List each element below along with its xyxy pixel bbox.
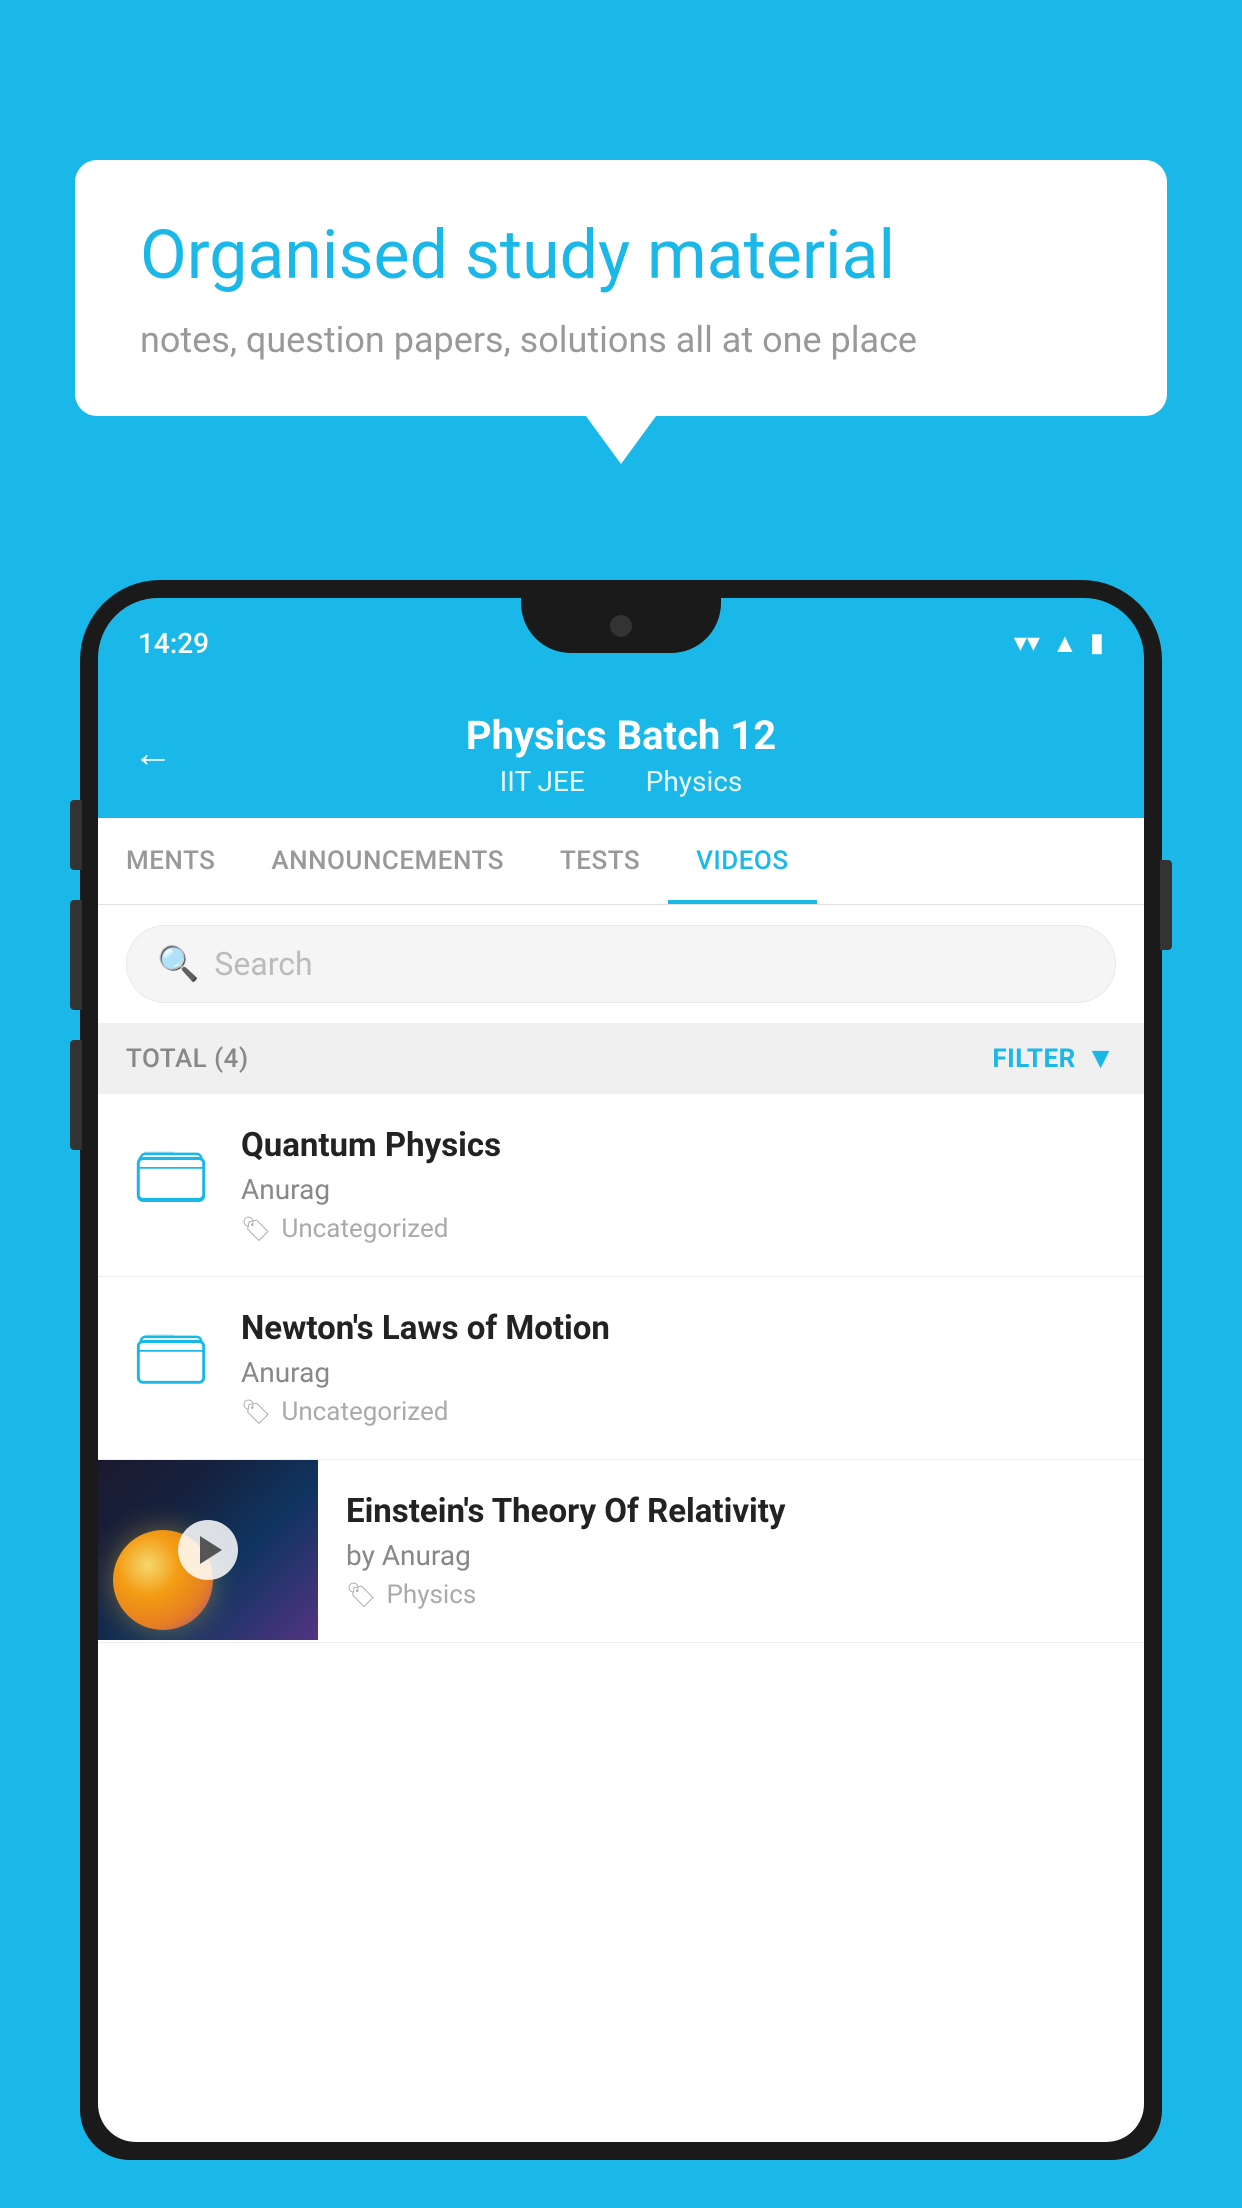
silent-button[interactable] <box>70 1040 82 1150</box>
back-button[interactable]: ← <box>133 730 173 777</box>
tag-icon: 🏷 <box>346 1581 376 1609</box>
video-thumbnail <box>98 1460 318 1640</box>
video-info: Einstein's Theory Of Relativity by Anura… <box>318 1460 1144 1642</box>
battery-icon: ▮ <box>1090 628 1104 658</box>
list-item[interactable]: Newton's Laws of Motion Anurag 🏷 Uncateg… <box>98 1277 1144 1460</box>
status-time: 14:29 <box>138 627 209 660</box>
tab-tests[interactable]: TESTS <box>532 818 668 904</box>
filter-icon: ▼ <box>1086 1041 1116 1076</box>
app-header: ← Physics Batch 12 IIT JEE Physics <box>98 688 1144 818</box>
tag-label: Physics <box>386 1580 476 1610</box>
video-author: Anurag <box>241 1173 1116 1206</box>
filter-label: FILTER <box>992 1044 1075 1074</box>
header-subtitle: IIT JEE Physics <box>138 765 1104 798</box>
signal-icon: ▲ <box>1052 628 1078 659</box>
folder-icon-wrapper <box>126 1131 216 1221</box>
header-subtitle-sep <box>612 765 626 798</box>
tab-announcements[interactable]: ANNOUNCEMENTS <box>243 818 532 904</box>
video-title: Einstein's Theory Of Relativity <box>346 1492 1116 1531</box>
tab-ments[interactable]: MENTS <box>98 818 243 904</box>
video-tag: 🏷 Uncategorized <box>241 1397 1116 1427</box>
speech-bubble: Organised study material notes, question… <box>75 160 1167 416</box>
folder-icon-wrapper <box>126 1314 216 1404</box>
header-title: Physics Batch 12 <box>138 712 1104 759</box>
total-count: TOTAL (4) <box>126 1044 249 1074</box>
folder-icon <box>136 1324 206 1394</box>
search-input[interactable]: Search <box>214 945 312 983</box>
power-button[interactable] <box>1160 860 1172 950</box>
notch <box>521 598 721 653</box>
filter-bar: TOTAL (4) FILTER ▼ <box>98 1023 1144 1094</box>
header-subtitle-iitjee: IIT JEE <box>500 765 585 798</box>
tag-label: Uncategorized <box>281 1397 448 1427</box>
phone-screen: ← Physics Batch 12 IIT JEE Physics MENTS… <box>98 688 1144 2142</box>
video-author: Anurag <box>241 1356 1116 1389</box>
header-subtitle-physics: Physics <box>646 765 743 798</box>
search-icon: 🔍 <box>157 944 199 984</box>
video-author: by Anurag <box>346 1539 1116 1572</box>
filter-button[interactable]: FILTER ▼ <box>992 1041 1116 1076</box>
bubble-subtitle: notes, question papers, solutions all at… <box>140 319 1102 361</box>
status-icons: ▾▾ ▲ ▮ <box>1014 628 1104 659</box>
phone-outer: 14:29 ▾▾ ▲ ▮ ← Physics Batch 12 IIT JEE … <box>80 580 1162 2160</box>
wifi-icon: ▾▾ <box>1014 628 1040 658</box>
phone-wrapper: 14:29 ▾▾ ▲ ▮ ← Physics Batch 12 IIT JEE … <box>80 580 1162 2208</box>
search-container: 🔍 Search <box>98 905 1144 1023</box>
tag-label: Uncategorized <box>281 1214 448 1244</box>
bubble-title: Organised study material <box>140 215 1102 297</box>
video-tag: 🏷 Physics <box>346 1580 1116 1610</box>
video-info: Quantum Physics Anurag 🏷 Uncategorized <box>241 1126 1116 1244</box>
video-title: Quantum Physics <box>241 1126 1116 1165</box>
video-title: Newton's Laws of Motion <box>241 1309 1116 1348</box>
status-bar: 14:29 ▾▾ ▲ ▮ <box>98 598 1144 688</box>
speech-bubble-wrapper: Organised study material notes, question… <box>75 160 1167 416</box>
tag-icon: 🏷 <box>241 1215 271 1243</box>
play-button[interactable] <box>178 1520 238 1580</box>
volume-down-button[interactable] <box>70 900 82 1010</box>
camera <box>610 615 632 637</box>
list-item[interactable]: Quantum Physics Anurag 🏷 Uncategorized <box>98 1094 1144 1277</box>
video-info: Newton's Laws of Motion Anurag 🏷 Uncateg… <box>241 1309 1116 1427</box>
play-icon <box>200 1536 222 1564</box>
tabs-bar: MENTS ANNOUNCEMENTS TESTS VIDEOS <box>98 818 1144 905</box>
tag-icon: 🏷 <box>241 1398 271 1426</box>
folder-icon <box>136 1141 206 1211</box>
video-list: Quantum Physics Anurag 🏷 Uncategorized <box>98 1094 1144 1643</box>
video-tag: 🏷 Uncategorized <box>241 1214 1116 1244</box>
volume-up-button[interactable] <box>70 800 82 870</box>
list-item[interactable]: Einstein's Theory Of Relativity by Anura… <box>98 1460 1144 1643</box>
search-bar[interactable]: 🔍 Search <box>126 925 1116 1003</box>
tab-videos[interactable]: VIDEOS <box>668 818 816 904</box>
